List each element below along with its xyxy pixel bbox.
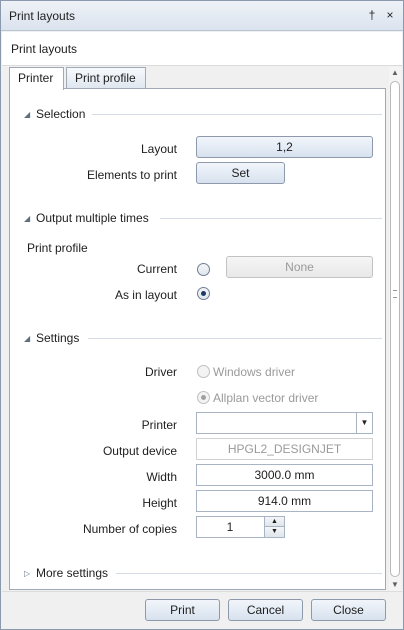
print-button[interactable]: Print (145, 599, 220, 621)
print-layouts-window: Print layouts † × Print layouts Printer … (0, 0, 404, 630)
section-more-settings[interactable]: ▷ More settings (24, 566, 108, 580)
close-icon[interactable]: × (383, 8, 397, 22)
as-in-layout-radio[interactable] (197, 287, 210, 300)
tab-printer[interactable]: Printer (9, 67, 64, 90)
close-button[interactable]: Close (311, 599, 386, 621)
allplan-driver-radio[interactable] (197, 391, 210, 404)
divider (88, 338, 382, 339)
divider (116, 573, 382, 574)
tab-print-profile[interactable]: Print profile (66, 67, 146, 89)
section-settings[interactable]: ◢ Settings (24, 331, 79, 345)
section-selection-title: Selection (36, 107, 86, 121)
section-output-multiple[interactable]: ◢ Output multiple times (24, 211, 149, 225)
elements-to-print-label: Elements to print (86, 168, 177, 182)
section-output-title: Output multiple times (36, 211, 149, 225)
scroll-grip (393, 290, 397, 298)
scroll-thumb[interactable] (390, 81, 400, 577)
number-of-copies-label: Number of copies (82, 522, 177, 536)
copies-value[interactable]: 1 (197, 517, 263, 537)
section-settings-title: Settings (36, 331, 80, 345)
current-radio[interactable] (197, 263, 210, 276)
expand-icon: ▷ (24, 568, 31, 578)
layout-button[interactable]: 1,2 (196, 136, 373, 158)
windows-driver-label: Windows driver (213, 365, 296, 379)
spin-up-icon[interactable]: ▲ (264, 517, 284, 527)
spin-down-icon[interactable]: ▼ (264, 527, 284, 537)
driver-label: Driver (145, 365, 177, 379)
chevron-down-icon[interactable]: ▼ (356, 413, 372, 433)
pin-icon[interactable]: † (365, 8, 379, 22)
vertical-scrollbar[interactable]: ▲ ▼ (389, 67, 401, 591)
dialog-footer: Print Cancel Close (2, 591, 402, 629)
scroll-up-icon[interactable]: ▲ (389, 67, 401, 79)
section-more-settings-title: More settings (36, 566, 109, 580)
height-field[interactable]: 914.0 mm (196, 490, 373, 512)
cancel-button[interactable]: Cancel (228, 599, 303, 621)
print-profile-label: Print profile (27, 241, 88, 255)
copies-stepper[interactable]: 1 ▲ ▼ (196, 516, 285, 538)
layout-label: Layout (140, 142, 177, 156)
title-bar: Print layouts † × (1, 1, 403, 31)
set-button[interactable]: Set (196, 162, 285, 184)
divider (160, 218, 382, 219)
window-title: Print layouts (9, 9, 76, 23)
output-device-field: HPGL2_DESIGNJET (196, 438, 373, 460)
height-label: Height (142, 496, 177, 510)
current-profile-button[interactable]: None (226, 256, 373, 278)
collapse-icon: ◢ (24, 213, 31, 223)
printer-select[interactable]: ▼ (196, 412, 373, 434)
width-label: Width (146, 470, 177, 484)
scroll-down-icon[interactable]: ▼ (389, 579, 401, 591)
collapse-icon: ◢ (24, 109, 31, 119)
as-in-layout-label: As in layout (114, 288, 177, 302)
current-label: Current (136, 262, 177, 276)
collapse-icon: ◢ (24, 333, 31, 343)
output-device-label: Output device (102, 444, 177, 458)
section-selection[interactable]: ◢ Selection (24, 107, 85, 121)
windows-driver-radio[interactable] (197, 365, 210, 378)
header-strip: Print layouts (2, 32, 402, 66)
allplan-driver-label: Allplan vector driver (213, 391, 319, 405)
printer-label: Printer (141, 418, 177, 432)
divider (92, 114, 382, 115)
width-field[interactable]: 3000.0 mm (196, 464, 373, 486)
header-label: Print layouts (11, 42, 78, 56)
printer-panel: ◢ Selection Layout 1,2 Elements to print… (9, 88, 386, 590)
